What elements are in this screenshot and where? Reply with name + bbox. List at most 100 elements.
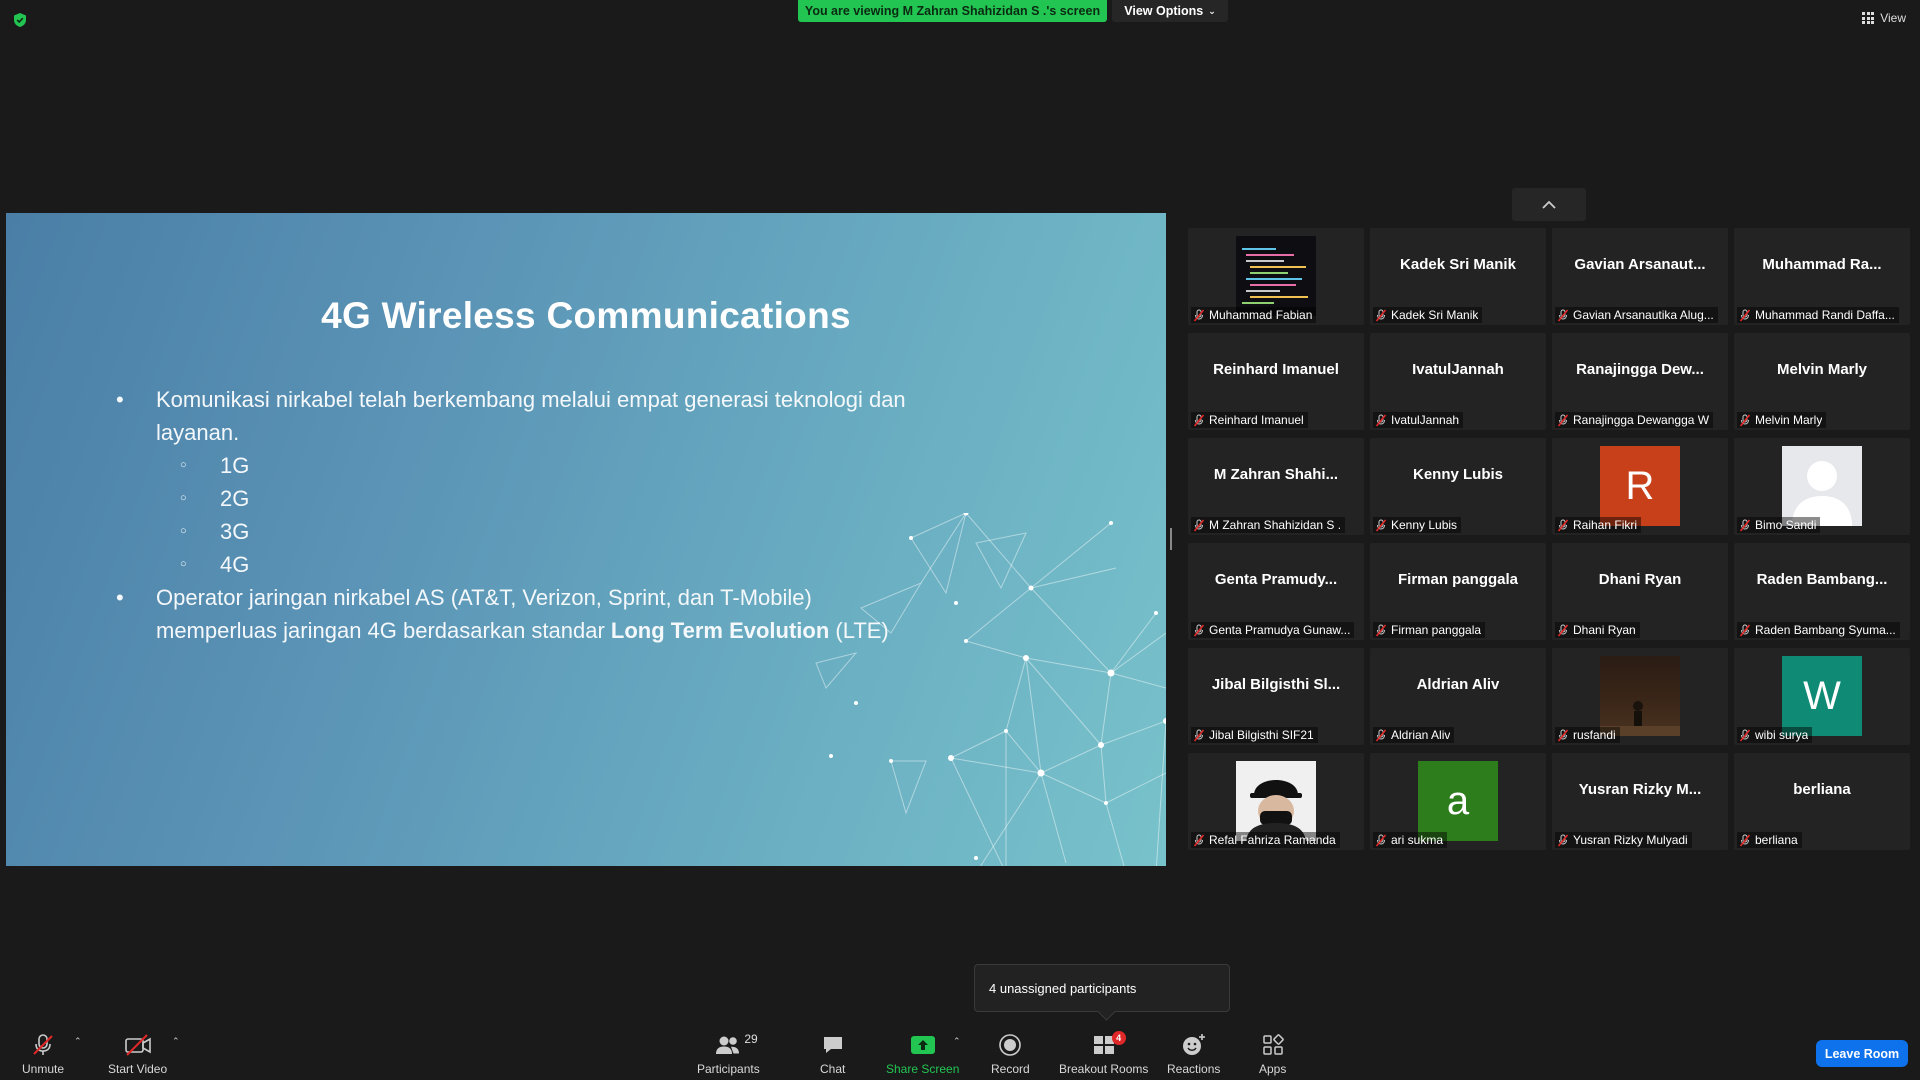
avatar-initial: W <box>1803 673 1841 718</box>
muted-mic-icon <box>1739 413 1751 427</box>
participant-name: M Zahran Shahizidan S . <box>1209 518 1342 532</box>
participants-label: Participants <box>697 1062 760 1076</box>
participant-name-label: Raden Bambang Syuma... <box>1737 622 1900 638</box>
breakout-rooms-label: Breakout Rooms <box>1059 1062 1149 1076</box>
slide-title: 4G Wireless Communications <box>321 295 851 336</box>
participant-display-name: Firman panggala <box>1397 571 1519 588</box>
muted-mic-icon <box>1193 308 1205 322</box>
muted-mic-icon <box>1193 728 1205 742</box>
panel-resize-handle[interactable] <box>1170 528 1172 550</box>
participant-name: Muhammad Fabian <box>1209 308 1313 322</box>
participant-photo <box>1236 761 1316 841</box>
participant-name-label: ari sukma <box>1373 832 1448 848</box>
record-button[interactable]: Record <box>991 1030 1030 1076</box>
muted-mic-icon <box>1739 833 1751 847</box>
muted-mic-icon <box>1193 413 1205 427</box>
participant-display-name: Kenny Lubis <box>1412 466 1503 483</box>
gallery-scroll-up-button[interactable] <box>1512 188 1586 221</box>
participant-display-name: Genta Pramudy... <box>1214 571 1338 588</box>
chat-button[interactable]: Chat <box>820 1030 845 1076</box>
unassigned-participants-tooltip: 4 unassigned participants <box>974 964 1230 1012</box>
participant-display-name: Raden Bambang... <box>1756 571 1888 588</box>
participant-name-label: Firman panggala <box>1373 622 1486 638</box>
share-options-caret-icon[interactable]: ⌃ <box>953 1036 961 1047</box>
participant-tile[interactable]: Muhammad Ra... Muhammad Randi Daffa... <box>1734 228 1910 325</box>
participant-display-name: Jibal Bilgisthi Sl... <box>1211 676 1341 693</box>
viewing-screen-banner: You are viewing M Zahran Shahizidan S .'… <box>798 0 1107 22</box>
start-video-button[interactable]: Start Video <box>108 1030 167 1076</box>
participant-tile[interactable]: M Zahran Shahi... M Zahran Shahizidan S . <box>1188 438 1364 535</box>
participant-tile[interactable]: Refal Fahriza Ramanda <box>1188 753 1364 850</box>
participant-name-label: Bimo Sandi <box>1737 517 1821 533</box>
muted-mic-icon <box>1193 623 1205 637</box>
chat-label: Chat <box>820 1062 846 1076</box>
participant-name: Kenny Lubis <box>1391 518 1458 532</box>
participant-display-name: Melvin Marly <box>1776 361 1868 378</box>
participant-tile[interactable]: Melvin Marly Melvin Marly <box>1734 333 1910 430</box>
participant-tile[interactable]: IvatulJannah IvatulJannah <box>1370 333 1546 430</box>
participant-tile[interactable]: Aldrian Aliv Aldrian Aliv <box>1370 648 1546 745</box>
muted-mic-icon <box>1557 518 1569 532</box>
participant-tile[interactable]: Genta Pramudy... Genta Pramudya Gunaw... <box>1188 543 1364 640</box>
participant-tile[interactable]: Firman panggala Firman panggala <box>1370 543 1546 640</box>
participant-tile[interactable]: Raden Bambang... Raden Bambang Syuma... <box>1734 543 1910 640</box>
participant-tile[interactable]: Dhani Ryan Dhani Ryan <box>1552 543 1728 640</box>
participant-display-name: Reinhard Imanuel <box>1213 361 1339 378</box>
participant-tile[interactable]: R Raihan Fikri <box>1552 438 1728 535</box>
record-icon <box>999 1034 1022 1056</box>
participant-name: Bimo Sandi <box>1755 518 1817 532</box>
apps-button[interactable]: Apps <box>1259 1030 1286 1076</box>
participant-tile[interactable]: Kenny Lubis Kenny Lubis <box>1370 438 1546 535</box>
video-options-caret-icon[interactable]: ⌃ <box>172 1036 180 1047</box>
security-shield-icon[interactable] <box>12 12 28 28</box>
muted-mic-icon <box>1739 308 1751 322</box>
muted-mic-icon <box>1375 518 1387 532</box>
participant-name: Raihan Fikri <box>1573 518 1638 532</box>
start-video-label: Start Video <box>108 1062 168 1076</box>
participant-display-name: M Zahran Shahi... <box>1213 466 1339 483</box>
participant-name: IvatulJannah <box>1391 413 1460 427</box>
participant-name-label: M Zahran Shahizidan S . <box>1191 517 1346 533</box>
participant-tile[interactable]: Jibal Bilgisthi Sl... Jibal Bilgisthi SIF… <box>1188 648 1364 745</box>
participant-display-name: Ranajingga Dew... <box>1576 361 1704 378</box>
participant-tile[interactable]: Kadek Sri Manik Kadek Sri Manik <box>1370 228 1546 325</box>
share-screen-button[interactable]: Share Screen <box>886 1030 959 1076</box>
participant-name-label: Melvin Marly <box>1737 412 1827 428</box>
participant-display-name: Gavian Arsanaut... <box>1574 256 1706 273</box>
participant-name: Ranajingga Dewangga W <box>1573 413 1710 427</box>
participant-avatar: W <box>1782 656 1862 736</box>
participant-tile[interactable]: Muhammad Fabian <box>1188 228 1364 325</box>
participant-tile[interactable]: Ranajingga Dew... Ranajingga Dewangga W <box>1552 333 1728 430</box>
participant-tile[interactable]: a ari sukma <box>1370 753 1546 850</box>
participant-gallery: Muhammad Fabian Kadek Sri Manik Kadek Sri … <box>1188 228 1910 850</box>
participant-name-label: Reinhard Imanuel <box>1191 412 1308 428</box>
muted-mic-icon <box>1739 518 1751 532</box>
muted-mic-icon <box>1557 623 1569 637</box>
participant-tile[interactable]: Wwibi surya <box>1734 648 1910 745</box>
leave-room-button[interactable]: Leave Room <box>1816 1040 1908 1067</box>
participant-tile[interactable]: rusfandi <box>1552 648 1728 745</box>
participant-avatar: R <box>1600 446 1680 526</box>
participant-name: Firman panggala <box>1391 623 1482 637</box>
network-decoration-graphic <box>815 513 1166 866</box>
gallery-grid-icon <box>1862 12 1875 24</box>
participant-tile[interactable]: Reinhard Imanuel Reinhard Imanuel <box>1188 333 1364 430</box>
participant-tile[interactable]: berliana berliana <box>1734 753 1910 850</box>
participant-display-name: Yusran Rizky M... <box>1578 781 1702 798</box>
video-off-icon <box>124 1034 151 1056</box>
participant-tile[interactable]: Yusran Rizky M... Yusran Rizky Mulyadi <box>1552 753 1728 850</box>
unmute-button[interactable]: Unmute <box>22 1030 64 1076</box>
participant-tile[interactable]: Bimo Sandi <box>1734 438 1910 535</box>
muted-mic-icon <box>1739 728 1751 742</box>
breakout-rooms-button[interactable]: 4 Breakout Rooms <box>1059 1030 1148 1076</box>
audio-options-caret-icon[interactable]: ⌃ <box>74 1036 82 1047</box>
participants-icon <box>716 1036 740 1054</box>
muted-mic-icon <box>1557 728 1569 742</box>
view-options-button[interactable]: View Options ⌄ <box>1112 0 1228 22</box>
participant-name-label: Refal Fahriza Ramanda <box>1191 832 1340 848</box>
muted-mic-icon <box>1375 413 1387 427</box>
reactions-button[interactable]: Reactions <box>1167 1030 1220 1076</box>
participant-tile[interactable]: Gavian Arsanaut... Gavian Arsanautika Alu… <box>1552 228 1728 325</box>
view-button[interactable]: View <box>1862 11 1906 25</box>
participants-button[interactable]: 29 Participants <box>697 1030 760 1076</box>
